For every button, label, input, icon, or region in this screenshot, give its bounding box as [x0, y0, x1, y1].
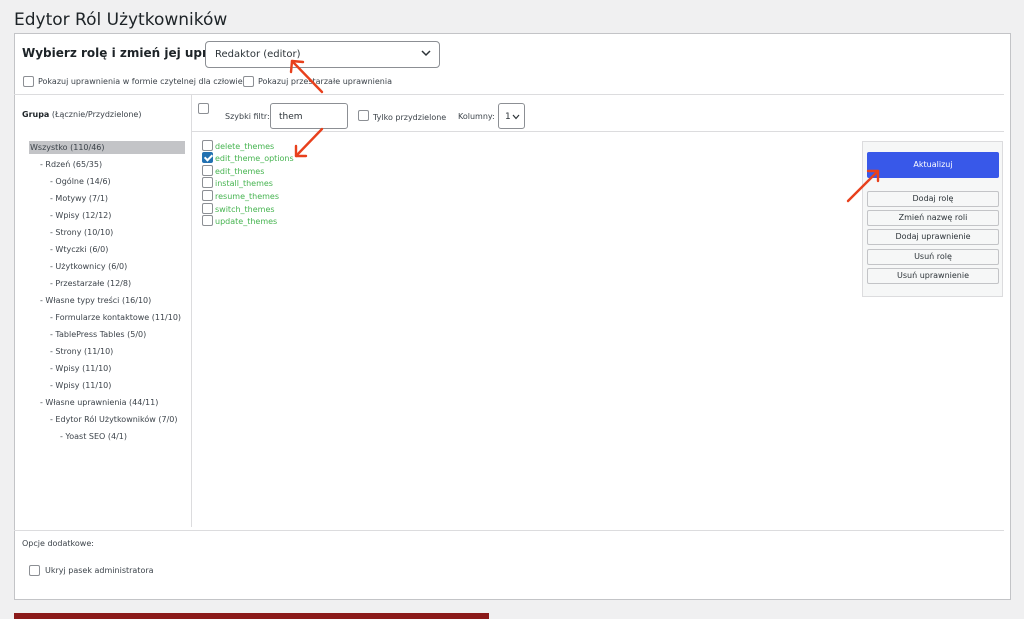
group-header: Grupa (Łącznie/Przydzielone) — [22, 110, 141, 119]
assigned-only-label: Tylko przydzielone — [373, 113, 447, 122]
group-item-tablepress[interactable]: - TablePress Tables (5/0) — [50, 330, 146, 339]
add-capability-button[interactable]: Dodaj uprawnienie — [867, 229, 999, 245]
column-divider — [191, 95, 192, 527]
divider — [191, 131, 1004, 132]
delete-capability-button[interactable]: Usuń uprawnienie — [867, 268, 999, 284]
page-title: Edytor Ról Użytkowników — [14, 10, 228, 30]
capability-checkbox[interactable] — [202, 152, 213, 163]
group-item-plugins[interactable]: - Wtyczki (6/0) — [50, 245, 108, 254]
group-item-contact-forms[interactable]: - Formularze kontaktowe (11/10) — [50, 313, 181, 322]
image-strip — [14, 613, 489, 619]
capability-checkbox[interactable] — [202, 190, 213, 201]
group-item-deprecated[interactable]: - Przestarzałe (12/8) — [50, 279, 131, 288]
columns-select-value: 1 — [505, 112, 511, 122]
group-item-pages[interactable]: - Strony (10/10) — [50, 228, 113, 237]
delete-role-button[interactable]: Usuń rolę — [867, 249, 999, 265]
quick-filter-input[interactable]: them — [270, 103, 348, 129]
group-header-rest: (Łącznie/Przydzielone) — [51, 110, 142, 119]
capability-label: edit_themes — [215, 167, 265, 176]
columns-select[interactable]: 1 — [498, 103, 525, 129]
capability-label: install_themes — [215, 179, 273, 188]
deprecated-label: Pokazuj przestarzałe uprawnienia — [258, 77, 392, 86]
group-item-posts-custom[interactable]: - Wpisy (11/10) — [50, 364, 111, 373]
group-item-all[interactable]: Wszystko (110/46) — [30, 143, 105, 152]
group-item-pages-custom[interactable]: - Strony (11/10) — [50, 347, 113, 356]
capability-label: delete_themes — [215, 142, 275, 151]
rename-role-button[interactable]: Zmień nazwę roli — [867, 210, 999, 226]
add-role-button[interactable]: Dodaj rolę — [867, 191, 999, 207]
human-readable-label: Pokazuj uprawnienia w formie czytelnej d… — [38, 77, 253, 86]
capability-checkbox[interactable] — [202, 203, 213, 214]
group-item-custom-post-types[interactable]: - Własne typy treści (16/10) — [40, 296, 151, 305]
role-select[interactable]: Redaktor (editor) — [205, 41, 440, 68]
capability-label: resume_themes — [215, 192, 279, 201]
capability-checkbox[interactable] — [202, 140, 213, 151]
hide-admin-bar-checkbox[interactable] — [29, 565, 40, 576]
group-item-themes[interactable]: - Motywy (7/1) — [50, 194, 108, 203]
group-item-ure[interactable]: - Edytor Ról Użytkowników (7/0) — [50, 415, 177, 424]
extra-options-label: Opcje dodatkowe: — [22, 539, 94, 548]
chevron-down-icon — [421, 50, 431, 57]
chevron-down-icon — [512, 114, 520, 120]
capability-checkbox[interactable] — [202, 165, 213, 176]
group-item-users[interactable]: - Użytkownicy (6/0) — [50, 262, 127, 271]
group-item-general[interactable]: - Ogólne (14/6) — [50, 177, 111, 186]
quick-filter-label: Szybki filtr: — [225, 112, 270, 121]
capability-checkbox[interactable] — [202, 215, 213, 226]
capability-label: edit_theme_options — [215, 154, 294, 163]
hide-admin-bar-label: Ukryj pasek administratora — [45, 566, 154, 575]
group-item-yoast[interactable]: - Yoast SEO (4/1) — [60, 432, 127, 441]
capability-label: update_themes — [215, 217, 278, 226]
group-item-posts[interactable]: - Wpisy (12/12) — [50, 211, 111, 220]
group-item-core[interactable]: - Rdzeń (65/35) — [40, 160, 102, 169]
capability-label: switch_themes — [215, 205, 275, 214]
capability-checkbox[interactable] — [202, 177, 213, 188]
group-item-custom-capabilities[interactable]: - Własne uprawnienia (44/11) — [40, 398, 158, 407]
assigned-only-checkbox[interactable] — [358, 110, 369, 121]
human-readable-checkbox[interactable] — [23, 76, 34, 87]
role-select-value: Redaktor (editor) — [215, 49, 301, 60]
deprecated-checkbox[interactable] — [243, 76, 254, 87]
columns-label: Kolumny: — [458, 112, 495, 121]
divider — [14, 94, 1004, 95]
select-all-checkbox[interactable] — [198, 103, 209, 114]
group-header-bold: Grupa — [22, 110, 50, 119]
group-item-posts-custom-2[interactable]: - Wpisy (11/10) — [50, 381, 111, 390]
update-button[interactable]: Aktualizuj — [867, 152, 999, 178]
divider — [14, 530, 1004, 531]
